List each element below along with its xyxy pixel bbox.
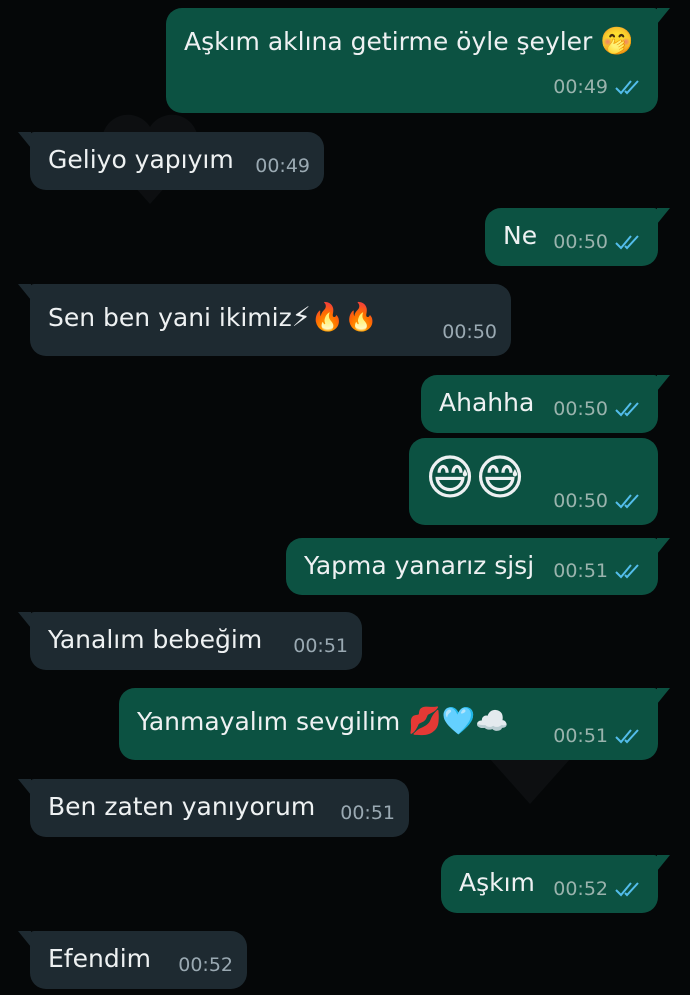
message-bubble-outgoing[interactable]: Ne 00:50 <box>485 208 670 266</box>
message-text: Yapma yanarız sjsj <box>304 551 535 580</box>
kiss-heart-cloud-emoji-icon: 💋🩵☁️ <box>408 706 510 737</box>
message-time: 00:50 <box>553 231 608 253</box>
message-bubble-outgoing[interactable]: 😅😅 00:50 <box>409 438 658 525</box>
message-bubble-outgoing[interactable]: Yanmayalım sevgilim 💋🩵☁️ 00:51 <box>119 688 670 760</box>
bubble-tail <box>657 688 670 704</box>
message-time: 00:50 <box>442 321 497 343</box>
hand-over-mouth-emoji-icon: 🤭 <box>600 26 634 57</box>
message-time: 00:51 <box>553 560 608 582</box>
bubble-tail <box>657 855 670 871</box>
message-bubble-outgoing[interactable]: Aşkım aklına getirme öyle şeyler 🤭 00:49 <box>166 8 670 113</box>
double-check-read-icon <box>615 882 639 897</box>
bubble-tail <box>18 931 31 947</box>
message-text: Sen ben yani ikimiz <box>48 303 292 332</box>
message-bubble-incoming[interactable]: Ben zaten yanıyorum 00:51 <box>18 779 409 837</box>
message-time: 00:52 <box>553 878 608 900</box>
message-text: Ahahha <box>439 388 535 417</box>
bubble-tail <box>18 612 31 628</box>
message-bubble-incoming[interactable]: Yanalım bebeğim 00:51 <box>18 612 362 670</box>
message-text: Aşkım aklına getirme öyle şeyler <box>184 27 593 56</box>
message-time: 00:51 <box>293 635 348 657</box>
bubble-tail <box>657 375 670 391</box>
message-time: 00:51 <box>553 725 608 747</box>
double-check-read-icon <box>615 729 639 744</box>
message-text: Ne <box>503 221 538 250</box>
message-text: Yanmayalım sevgilim <box>137 707 401 736</box>
double-check-read-icon <box>615 494 639 509</box>
bubble-tail <box>657 208 670 224</box>
sweat-smile-emoji-icon: 😅😅 <box>425 450 526 506</box>
bubble-tail <box>657 538 670 554</box>
bubble-tail <box>18 779 31 795</box>
message-bubble-outgoing[interactable]: Ahahha 00:50 <box>421 375 670 433</box>
bubble-tail <box>657 8 670 24</box>
bubble-tail <box>18 132 31 148</box>
double-check-read-icon <box>615 235 639 250</box>
message-text: Efendim <box>48 944 151 973</box>
message-time: 00:51 <box>340 802 395 824</box>
message-list[interactable]: Aşkım aklına getirme öyle şeyler 🤭 00:49… <box>0 0 690 995</box>
double-check-read-icon <box>615 80 639 95</box>
bubble-tail <box>18 284 31 300</box>
double-check-read-icon <box>615 564 639 579</box>
message-bubble-incoming[interactable]: Sen ben yani ikimiz⚡🔥🔥 00:50 <box>18 284 511 356</box>
message-text: Aşkım <box>459 868 535 897</box>
message-time: 00:49 <box>255 155 310 177</box>
message-text: Geliyo yapıyım <box>48 145 234 174</box>
lightning-fire-emoji-icon: ⚡🔥🔥 <box>291 302 378 333</box>
message-bubble-incoming[interactable]: Efendim 00:52 <box>18 931 247 989</box>
message-time: 00:49 <box>553 76 608 98</box>
message-text: Ben zaten yanıyorum <box>48 792 316 821</box>
message-bubble-outgoing[interactable]: Yapma yanarız sjsj 00:51 <box>286 538 670 595</box>
double-check-read-icon <box>615 402 639 417</box>
message-time: 00:50 <box>553 398 608 420</box>
message-time: 00:52 <box>178 954 233 976</box>
message-text: Yanalım bebeğim <box>48 625 263 654</box>
message-bubble-outgoing[interactable]: Aşkım 00:52 <box>441 855 670 913</box>
message-time: 00:50 <box>553 490 608 512</box>
message-bubble-incoming[interactable]: Geliyo yapıyım 00:49 <box>18 132 324 190</box>
